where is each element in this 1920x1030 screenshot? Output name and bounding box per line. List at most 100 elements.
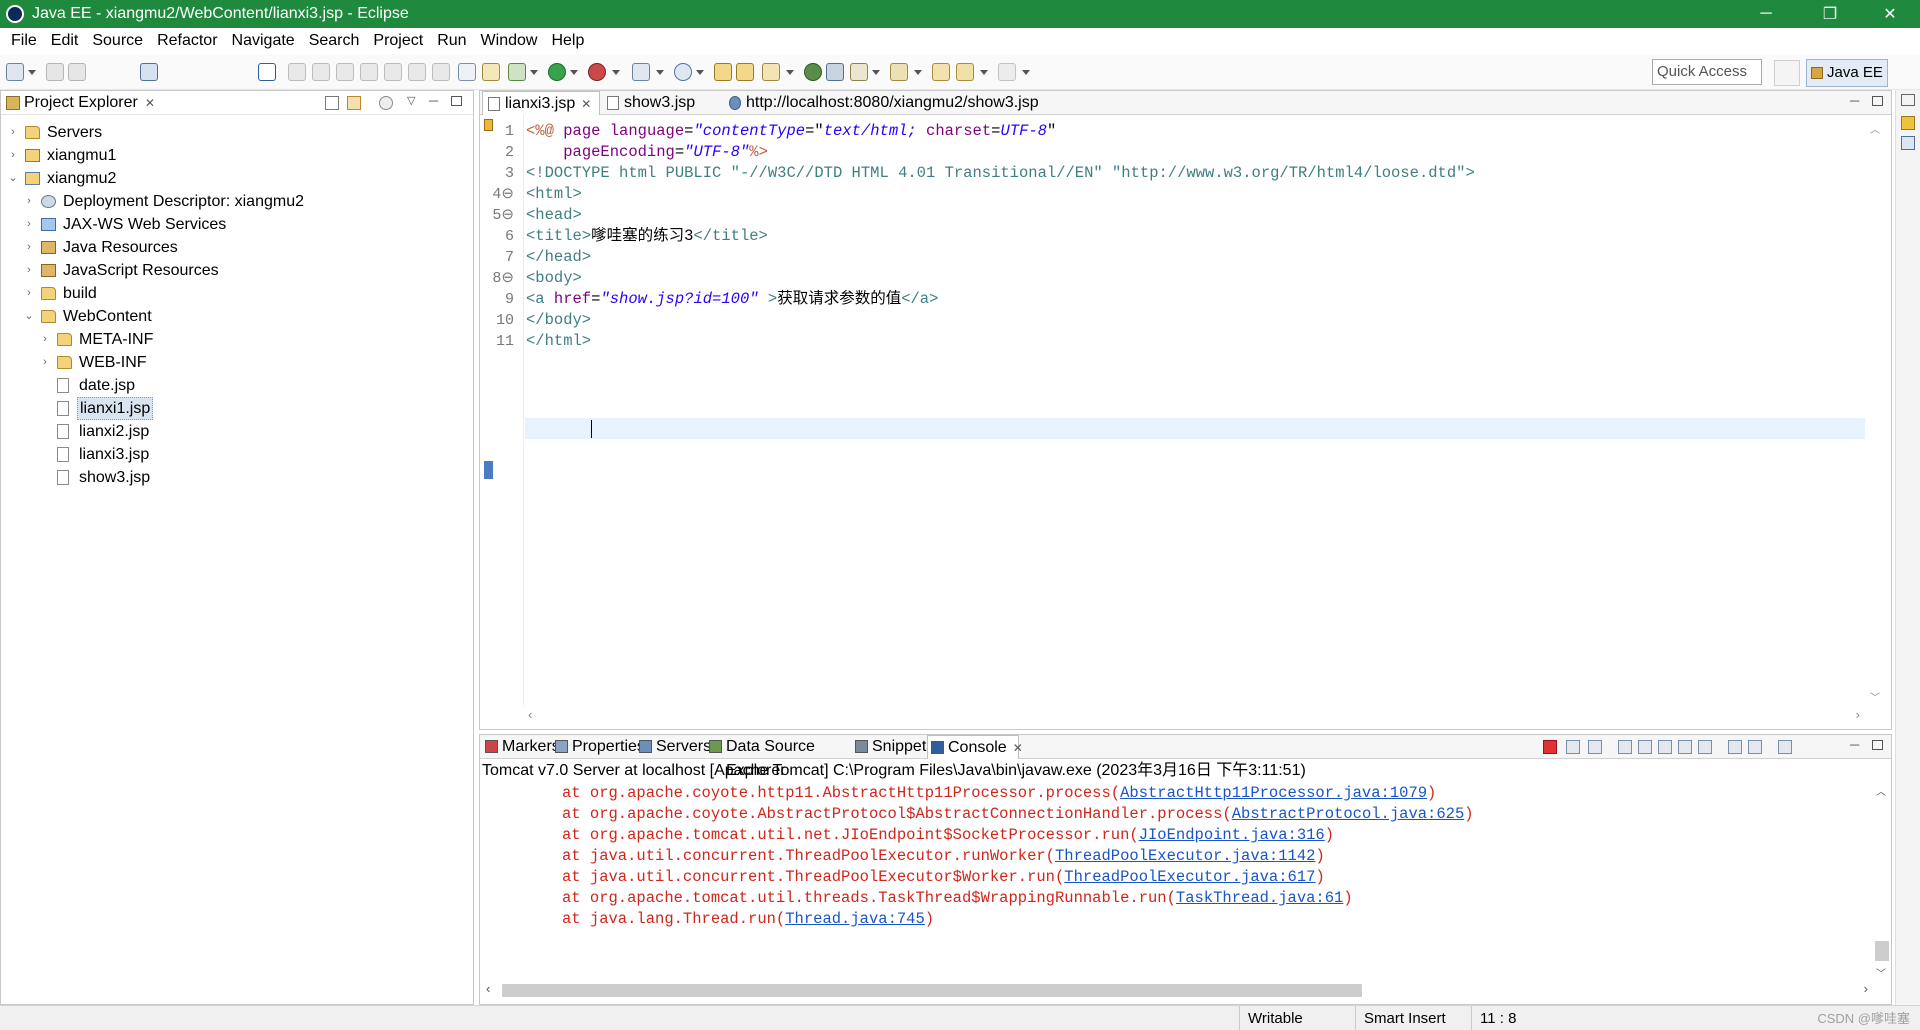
step-over-icon[interactable]: [408, 63, 426, 81]
source-link[interactable]: AbstractProtocol.java:625: [1232, 805, 1465, 823]
maximize-view-icon[interactable]: [451, 96, 462, 106]
last-edit-icon[interactable]: [890, 63, 908, 81]
scroll-left-icon[interactable]: ‹: [528, 707, 532, 722]
tree-item[interactable]: show3.jsp: [1, 466, 473, 489]
tab-data-source-explorer[interactable]: Data Source Explorer: [706, 735, 850, 779]
scroll-up-icon[interactable]: ︿: [1870, 121, 1880, 136]
disconnect-icon[interactable]: [360, 63, 378, 81]
save-all-icon[interactable]: [68, 63, 86, 81]
tree-item[interactable]: › Servers: [1, 121, 473, 144]
menu-file[interactable]: File: [4, 28, 44, 54]
remove-launch-icon[interactable]: [1566, 740, 1580, 754]
debug-icon[interactable]: [508, 63, 526, 81]
source-link[interactable]: TaskThread.java:61: [1176, 889, 1343, 907]
annotation-dropdown-icon[interactable]: [872, 70, 880, 75]
search-icon[interactable]: [762, 63, 780, 81]
close-tab-icon[interactable]: ✕: [581, 97, 591, 111]
open-perspective-button[interactable]: [1774, 60, 1800, 86]
scroll-thumb[interactable]: [1875, 941, 1889, 961]
source-link[interactable]: AbstractHttp11Processor.java:1079: [1120, 784, 1427, 802]
terminate-icon[interactable]: [1543, 740, 1557, 754]
external-tools-icon[interactable]: [588, 63, 606, 81]
editor-vertical-scrollbar[interactable]: ︿ ﹀: [1864, 117, 1888, 707]
word-wrap-icon[interactable]: [1658, 740, 1672, 754]
back-dropdown-icon[interactable]: [980, 70, 988, 75]
tree-item[interactable]: › META-INF: [1, 328, 473, 351]
scroll-right-icon[interactable]: ›: [1864, 981, 1868, 996]
skip-breakpoints-icon[interactable]: [482, 63, 500, 81]
show-on-stderr-icon[interactable]: [1698, 740, 1712, 754]
open-console-icon[interactable]: [1778, 740, 1792, 754]
run-icon[interactable]: [548, 63, 566, 81]
scroll-right-icon[interactable]: ›: [1856, 707, 1860, 722]
menu-navigate[interactable]: Navigate: [225, 28, 302, 54]
menu-run[interactable]: Run: [430, 28, 473, 54]
display-console-icon[interactable]: [1748, 740, 1762, 754]
tree-item[interactable]: › Java Resources: [1, 236, 473, 259]
view-menu-icon[interactable]: ▽: [407, 94, 421, 108]
tree-item[interactable]: › JAX-WS Web Services: [1, 213, 473, 236]
maximize-view-icon[interactable]: [1872, 740, 1883, 750]
browser-icon[interactable]: [804, 63, 822, 81]
source-link[interactable]: Thread.java:745: [785, 910, 925, 928]
tab-lianxi3-jsp[interactable]: lianxi3.jsp ✕: [482, 91, 600, 115]
filters-icon[interactable]: [379, 96, 393, 110]
collapse-all-icon[interactable]: [325, 96, 339, 110]
last-edit-dropdown-icon[interactable]: [914, 70, 922, 75]
tab-browser-show3[interactable]: http://localhost:8080/xiangmu2/show3.jsp: [724, 91, 1054, 115]
tree-item[interactable]: › build: [1, 282, 473, 305]
tree-item[interactable]: ⌄ WebContent: [1, 305, 473, 328]
resume-icon[interactable]: [288, 63, 306, 81]
link-with-editor-icon[interactable]: [347, 96, 361, 110]
source-link[interactable]: ThreadPoolExecutor.java:617: [1064, 868, 1315, 886]
forward-icon[interactable]: [998, 63, 1016, 81]
editor-horizontal-scrollbar[interactable]: ‹ ›: [526, 705, 1862, 727]
project-explorer-title[interactable]: Project Explorer: [24, 94, 138, 112]
expand-toggle-icon[interactable]: ⌄: [23, 305, 35, 328]
scroll-up-icon[interactable]: ︿: [1876, 783, 1886, 798]
expand-toggle-icon[interactable]: ›: [23, 190, 35, 213]
source-link[interactable]: ThreadPoolExecutor.java:1142: [1055, 847, 1315, 865]
menu-project[interactable]: Project: [366, 28, 430, 54]
menu-refactor[interactable]: Refactor: [150, 28, 224, 54]
scroll-down-icon[interactable]: ﹀: [1876, 965, 1886, 980]
new-server-dropdown-icon[interactable]: [656, 70, 664, 75]
expand-toggle-icon[interactable]: ›: [23, 259, 35, 282]
tab-properties[interactable]: Properties: [552, 735, 645, 759]
java-ee-perspective-button[interactable]: Java EE: [1806, 59, 1888, 87]
console-vertical-scrollbar[interactable]: ︿ ﹀: [1873, 781, 1891, 981]
web-service-dropdown-icon[interactable]: [696, 70, 704, 75]
tree-item[interactable]: lianxi1.jsp: [1, 397, 473, 420]
expand-toggle-icon[interactable]: ›: [7, 121, 19, 144]
back-history-icon[interactable]: [932, 63, 950, 81]
new-icon[interactable]: [6, 63, 24, 81]
minimize-view-icon[interactable]: ─: [1850, 737, 1864, 752]
expand-toggle-icon[interactable]: ›: [7, 144, 19, 167]
menu-edit[interactable]: Edit: [44, 28, 86, 54]
annotation-icon[interactable]: [850, 63, 868, 81]
tab-snippets[interactable]: Snippets: [852, 735, 934, 759]
terminate-icon[interactable]: [336, 63, 354, 81]
expand-toggle-icon[interactable]: ›: [23, 213, 35, 236]
close-window-button[interactable]: ✕: [1860, 0, 1920, 28]
tree-item[interactable]: › WEB-INF: [1, 351, 473, 374]
tree-item[interactable]: › JavaScript Resources: [1, 259, 473, 282]
scroll-left-icon[interactable]: ‹: [486, 981, 490, 996]
task-list-icon[interactable]: [1901, 136, 1915, 150]
menu-search[interactable]: Search: [302, 28, 367, 54]
expand-toggle-icon[interactable]: ›: [23, 282, 35, 305]
show-on-stdout-icon[interactable]: [1678, 740, 1692, 754]
debug-dropdown-icon[interactable]: [530, 70, 538, 75]
tree-item[interactable]: lianxi2.jsp: [1, 420, 473, 443]
expand-toggle-icon[interactable]: ›: [23, 236, 35, 259]
console-horizontal-scrollbar[interactable]: ‹ ›: [484, 981, 1870, 999]
tab-console[interactable]: Console ✕: [927, 735, 1023, 759]
tree-item[interactable]: › Deployment Descriptor: xiangmu2: [1, 190, 473, 213]
expand-toggle-icon[interactable]: ⌄: [7, 167, 19, 190]
external-tools-dropdown-icon[interactable]: [612, 70, 620, 75]
outline-view-icon[interactable]: [1901, 116, 1915, 130]
suspend-icon[interactable]: [312, 63, 330, 81]
new-dropdown-icon[interactable]: [28, 70, 36, 75]
toggle-breadcrumb-icon[interactable]: [458, 63, 476, 81]
open-type-icon[interactable]: [714, 63, 732, 81]
